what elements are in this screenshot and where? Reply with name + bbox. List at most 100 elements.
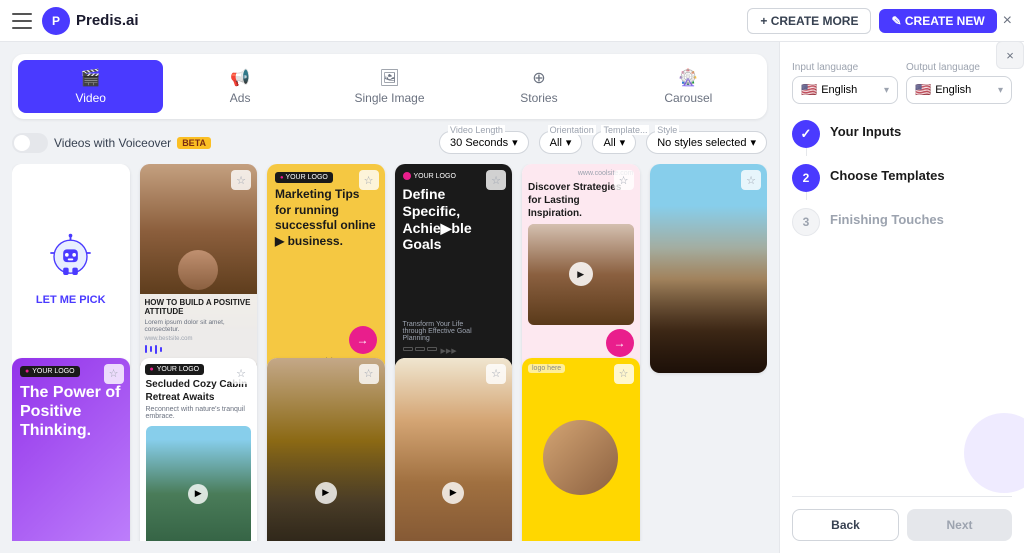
template-label: Template... — [601, 125, 649, 135]
top-nav: P Predis.ai + CREATE MORE ✎ CREATE NEW × — [0, 0, 1024, 42]
template-card-mountain[interactable]: ☆ — [650, 164, 768, 373]
style-filter[interactable]: Style No styles selected ▾ — [646, 131, 767, 154]
close-button[interactable]: × — [1003, 12, 1012, 30]
yellow-cta: → — [349, 326, 377, 354]
bookmark-yellow[interactable]: ☆ — [359, 170, 379, 190]
image-icon: 🖼 — [379, 68, 399, 88]
orientation-value: All — [550, 137, 562, 149]
tab-stories[interactable]: ⊕ Stories — [466, 60, 611, 113]
ads-icon: 📢 — [230, 68, 250, 88]
bookmark-cabin[interactable]: ☆ — [231, 364, 251, 384]
tab-single-image-label: Single Image — [354, 91, 424, 105]
step-1: ✓ Your Inputs — [792, 120, 1012, 148]
ai-pick-label: LET ME PICK — [36, 294, 106, 306]
bookmark-pink[interactable]: ☆ — [614, 170, 634, 190]
output-language-field: Output language 🇺🇸 English ▾ — [906, 62, 1012, 104]
voiceover-toggle: Videos with Voiceover BETA — [12, 133, 211, 153]
templates-grid: LET ME PICK HO — [12, 164, 767, 541]
template-card-pink[interactable]: www.coolsite.com Discover Strategies for… — [522, 164, 640, 373]
step-3-circle: 3 — [792, 208, 820, 236]
purple-logo: ● YOUR LOGO — [20, 366, 80, 377]
sidebar-close-button[interactable]: × — [996, 42, 1024, 69]
tab-single-image[interactable]: 🖼 Single Image — [317, 60, 462, 113]
video-length-value: 30 Seconds — [450, 137, 508, 149]
template-card-cabin[interactable]: ● YOUR LOGO Secluded Cozy Cabin Retreat … — [140, 358, 258, 542]
template-card-woman[interactable]: HOW TO BUILD A POSITIVE ATTITUDE Lorem i… — [140, 164, 258, 373]
tab-video[interactable]: 🎬 Video — [18, 60, 163, 113]
output-flag-icon: 🇺🇸 — [915, 82, 931, 98]
template-card-ai[interactable]: LET ME PICK — [12, 164, 130, 373]
voiceover-switch[interactable] — [12, 133, 48, 153]
bookmark-couple[interactable]: ☆ — [486, 364, 506, 384]
hamburger-menu[interactable] — [12, 13, 32, 29]
template-card-yellow-circle[interactable]: logo here ☆ — [522, 358, 640, 542]
orientation-filter[interactable]: Orientation All ▾ — [539, 131, 583, 154]
output-lang-chevron: ▾ — [998, 85, 1003, 96]
cabin-sub: Reconnect with nature's tranquil embrace… — [140, 404, 258, 422]
template-card-couple[interactable]: ▶ ☆ — [395, 358, 513, 542]
create-more-button[interactable]: + CREATE MORE — [747, 8, 871, 34]
step-3-number: 3 — [803, 215, 810, 229]
step-3: 3 Finishing Touches — [792, 208, 1012, 236]
step-2-content: Choose Templates — [830, 164, 1012, 183]
step-1-label: Your Inputs — [830, 124, 1012, 139]
lang-section: Input language 🇺🇸 English ▾ Output langu… — [792, 62, 1012, 104]
bookmark-woman[interactable]: ☆ — [231, 170, 251, 190]
action-buttons: Back Next — [792, 496, 1012, 541]
pink-cta: → — [606, 329, 634, 357]
bookmark-purple[interactable]: ☆ — [104, 364, 124, 384]
robot-icon — [43, 231, 98, 286]
step-2-number: 2 — [803, 171, 810, 185]
cabin-logo: ● YOUR LOGO — [145, 364, 205, 375]
tab-ads[interactable]: 📢 Ads — [167, 60, 312, 113]
stories-icon: ⊕ — [532, 68, 545, 88]
bookmark-mountain[interactable]: ☆ — [741, 170, 761, 190]
video-length-filter[interactable]: Video Length 30 Seconds ▾ — [439, 131, 529, 154]
logo: P Predis.ai — [42, 7, 139, 35]
app-container: P Predis.ai + CREATE MORE ✎ CREATE NEW ×… — [0, 0, 1024, 553]
template-card-purple[interactable]: ● YOUR LOGO The Power of Positive Thinki… — [12, 358, 130, 542]
bookmark-yellow-circle[interactable]: ☆ — [614, 364, 634, 384]
bookmark-forest[interactable]: ☆ — [359, 364, 379, 384]
template-card-yellow[interactable]: ● YOUR LOGO Marketing Tips for running s… — [267, 164, 385, 373]
tabs-container: 🎬 Video 📢 Ads 🖼 Single Image ⊕ Stories 🎡 — [12, 54, 767, 119]
template-card-forest[interactable]: ▶ ☆ — [267, 358, 385, 542]
purple-title: The Power of Positive Thinking. — [20, 383, 122, 542]
logo-text: Predis.ai — [76, 12, 139, 29]
step-1-circle: ✓ — [792, 120, 820, 148]
tab-carousel[interactable]: 🎡 Carousel — [616, 60, 761, 113]
tab-stories-label: Stories — [520, 91, 557, 105]
input-language-select[interactable]: 🇺🇸 English ▾ — [792, 76, 898, 104]
step-1-content: Your Inputs — [830, 120, 1012, 139]
video-icon: 🎬 — [81, 68, 101, 88]
output-language-value: English — [935, 84, 971, 96]
next-button[interactable]: Next — [907, 509, 1012, 541]
filters-row: Videos with Voiceover BETA Video Length … — [12, 131, 767, 154]
template-value: All — [603, 137, 615, 149]
left-panel: 🎬 Video 📢 Ads 🖼 Single Image ⊕ Stories 🎡 — [0, 42, 779, 553]
style-label: Style — [655, 125, 679, 135]
step-2: 2 Choose Templates — [792, 164, 1012, 192]
template-filter[interactable]: Template... All ▾ — [592, 131, 636, 154]
bookmark-dark[interactable]: ☆ — [486, 170, 506, 190]
orientation-chevron: ▾ — [566, 136, 572, 149]
logo-icon: P — [42, 7, 70, 35]
template-card-dark[interactable]: YOUR LOGO DefineSpecific,Achie▶bleGoals … — [395, 164, 513, 373]
video-length-label: Video Length — [448, 125, 505, 135]
output-language-select[interactable]: 🇺🇸 English ▾ — [906, 76, 1012, 104]
dark-sub: Transform Your Lifethrough Effective Goa… — [403, 321, 505, 342]
create-new-button[interactable]: ✎ CREATE NEW — [879, 9, 996, 33]
yellow-logo: ● YOUR LOGO — [275, 172, 333, 183]
template-chevron: ▾ — [620, 136, 626, 149]
tab-video-label: Video — [75, 91, 105, 105]
step-2-label: Choose Templates — [830, 168, 1012, 183]
check-icon: ✓ — [801, 126, 812, 142]
back-button[interactable]: Back — [792, 509, 899, 541]
input-language-label: Input language — [792, 62, 898, 73]
input-language-field: Input language 🇺🇸 English ▾ — [792, 62, 898, 104]
step-3-content: Finishing Touches — [830, 208, 1012, 227]
dark-title: DefineSpecific,Achie▶bleGoals — [403, 186, 505, 321]
input-lang-chevron: ▾ — [884, 85, 889, 96]
carousel-icon: 🎡 — [678, 68, 698, 88]
style-chevron: ▾ — [750, 136, 756, 149]
